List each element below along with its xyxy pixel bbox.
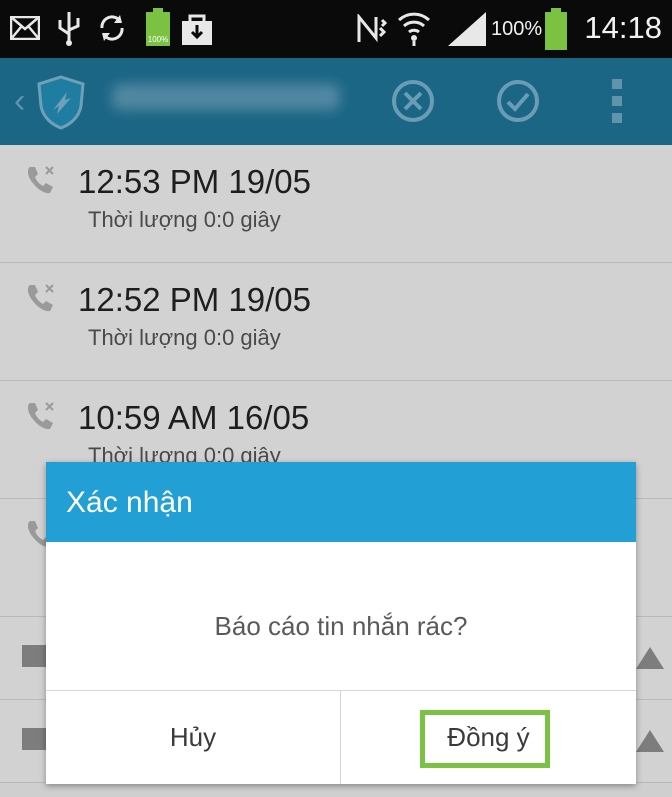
back-chevron-icon[interactable]: ‹	[14, 84, 25, 118]
call-time: 12:53 PM 19/05	[78, 163, 311, 200]
confirm-dialog: Xác nhận Báo cáo tin nhắn rác? Hủy Đồng …	[46, 462, 636, 784]
svg-text:100%: 100%	[148, 35, 168, 44]
clock: 14:18	[584, 10, 662, 45]
missed-call-icon	[27, 166, 54, 194]
battery-100-small-icon: 100%	[146, 8, 170, 46]
status-bar: 100% 100% 14:18	[0, 0, 672, 58]
call-duration: Thời lượng 0:0 giây	[88, 325, 281, 350]
shield-app-icon[interactable]	[35, 74, 87, 130]
call-time: 10:59 AM 16/05	[78, 399, 310, 436]
call-log-item[interactable]: 12:52 PM 19/05 Thời lượng 0:0 giây	[0, 263, 672, 381]
battery-icon	[545, 8, 567, 50]
battery-percent: 100%	[491, 18, 543, 40]
check-circle-icon[interactable]	[495, 78, 541, 124]
call-duration: Thời lượng 0:0 giây	[88, 207, 281, 232]
sync-icon	[100, 15, 124, 41]
signal-icon	[448, 12, 486, 46]
missed-call-icon	[27, 284, 54, 312]
missed-call-icon	[27, 402, 54, 430]
wifi-icon	[397, 12, 431, 46]
cancel-circle-icon[interactable]	[390, 78, 436, 124]
warning-icon	[636, 647, 664, 669]
agree-button-highlight	[420, 710, 550, 768]
call-time: 12:52 PM 19/05	[78, 281, 311, 318]
dialog-message: Báo cáo tin nhắn rác?	[214, 611, 468, 641]
shopping-bag-icon	[182, 14, 212, 45]
cancel-button[interactable]: Hủy	[46, 691, 340, 784]
usb-icon	[58, 12, 80, 46]
warning-icon	[636, 730, 664, 752]
blurred-contact-title	[112, 84, 340, 110]
mail-icon	[10, 16, 40, 40]
nfc-icon	[357, 14, 388, 43]
dialog-header: Xác nhận	[46, 462, 636, 542]
call-log-item[interactable]: 12:53 PM 19/05 Thời lượng 0:0 giây	[0, 145, 672, 263]
overflow-menu-icon[interactable]	[612, 79, 622, 130]
dialog-title: Xác nhận	[66, 486, 193, 519]
